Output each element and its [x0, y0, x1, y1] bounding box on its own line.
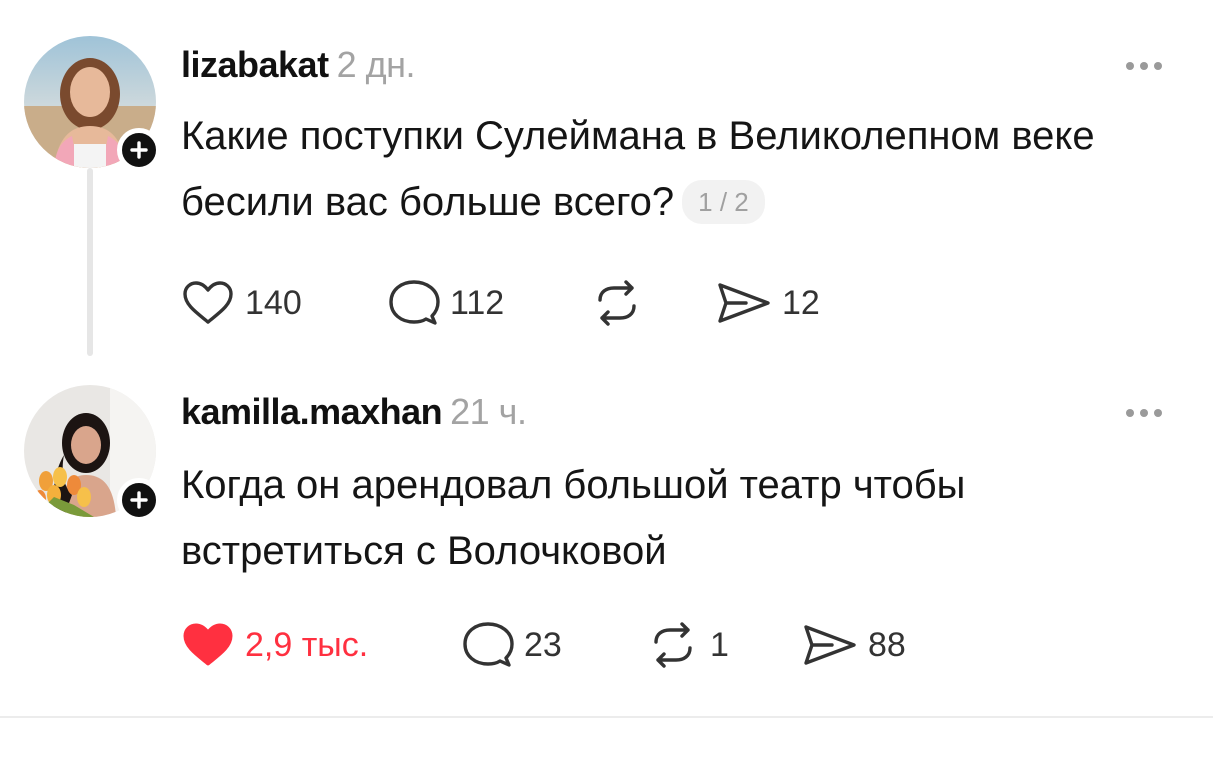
post-header: kamilla.maxhan 21 ч. [181, 391, 527, 433]
like-count: 2,9 тыс. [245, 625, 369, 664]
dot [1154, 409, 1162, 417]
plus-icon [130, 491, 148, 509]
username-link[interactable]: kamilla.maxhan [181, 391, 443, 432]
like-button[interactable]: 2,9 тыс. [181, 622, 368, 668]
dot [1126, 409, 1134, 417]
heart-filled-icon [183, 623, 233, 666]
share-count: 88 [868, 625, 906, 664]
post-text-block: Когда он арендовал большой театр чтобы в… [181, 452, 1171, 584]
more-options-button[interactable] [1126, 409, 1162, 417]
reply-button[interactable]: 23 [462, 620, 562, 670]
divider [0, 716, 1213, 718]
follow-button[interactable] [117, 478, 161, 522]
post-time: 21 ч. [450, 391, 527, 432]
reply-count: 23 [524, 625, 562, 664]
post-2: kamilla.maxhan 21 ч. Когда он арендовал б… [0, 0, 1213, 716]
repost-icon [654, 622, 692, 668]
post-text: Когда он арендовал большой театр чтобы в… [181, 463, 966, 573]
send-icon [804, 625, 856, 665]
repost-count: 1 [710, 625, 729, 664]
repost-button[interactable]: 1 [646, 622, 729, 668]
dot [1140, 409, 1148, 417]
comment-icon [463, 622, 514, 667]
share-button[interactable]: 88 [802, 622, 906, 668]
